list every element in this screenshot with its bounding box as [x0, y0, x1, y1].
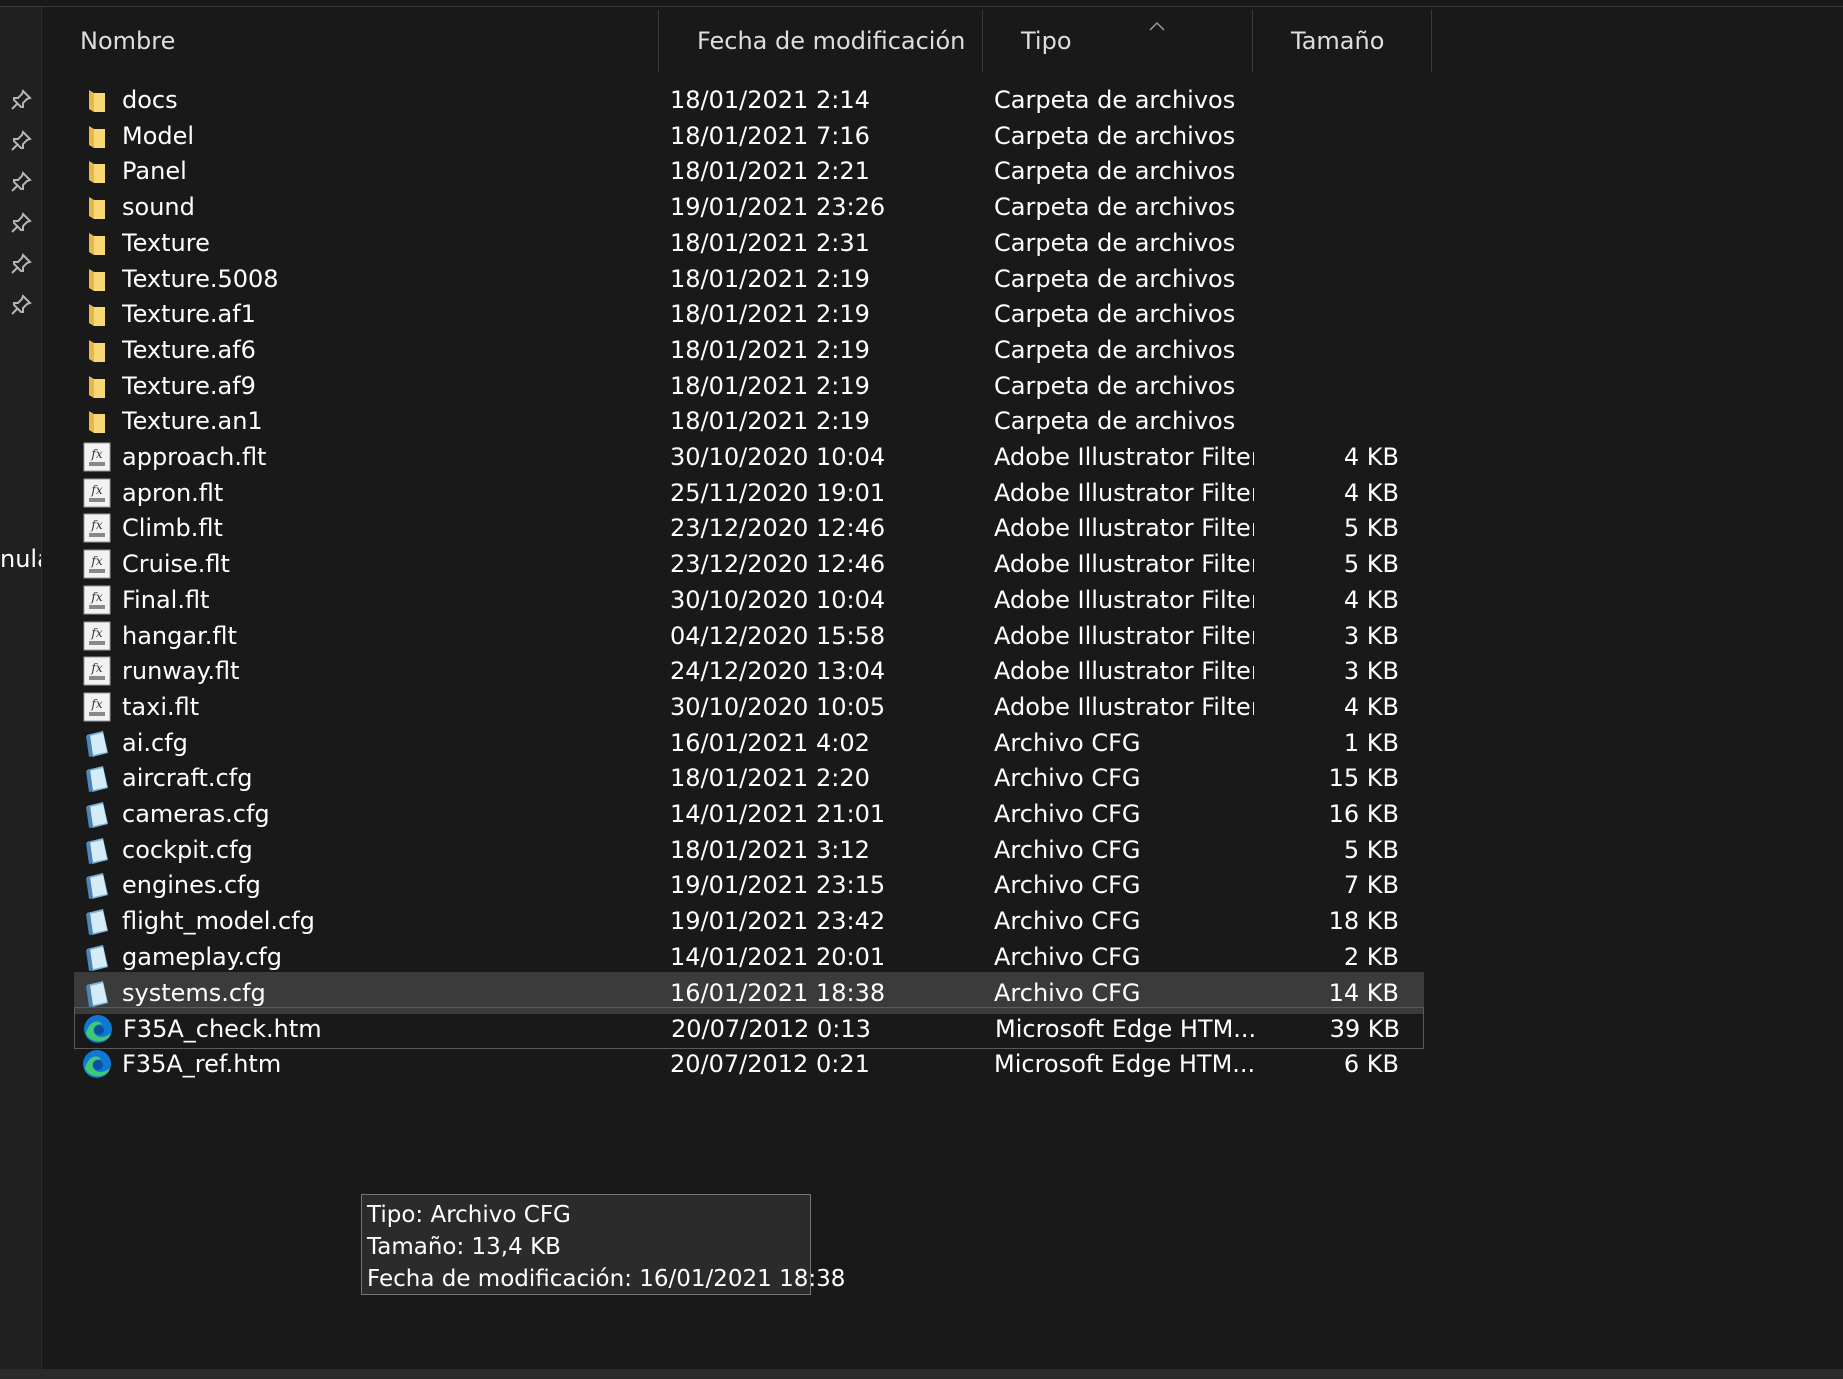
file-name: F35A_ref.htm — [122, 1049, 282, 1078]
folder-icon — [81, 334, 113, 366]
file-type: Microsoft Edge HTM... — [994, 1049, 1254, 1078]
file-size: 6 KB — [1343, 1049, 1399, 1078]
column-header-date[interactable]: Fecha de modificación — [659, 10, 983, 72]
file-date: 20/07/2012 0:21 — [670, 1049, 870, 1078]
column-header-type[interactable]: Tipo — [983, 10, 1253, 72]
sidebar-item-label[interactable]: nula — [0, 545, 41, 573]
svg-text:fx: fx — [90, 483, 102, 497]
edge-icon — [81, 1048, 113, 1080]
tooltip-size: Tamaño: 13,4 KB — [367, 1234, 561, 1260]
cfg-file-icon — [81, 762, 113, 794]
cfg-file-icon — [81, 977, 113, 1009]
cfg-file-icon — [81, 727, 113, 759]
svg-text:fx: fx — [90, 661, 102, 675]
file-tooltip: Tipo: Archivo CFG Tamaño: 13,4 KB Fecha … — [361, 1194, 846, 1295]
tooltip-date: Fecha de modificación: 16/01/2021 18:38 — [367, 1266, 846, 1292]
folder-icon — [81, 227, 113, 259]
top-border — [0, 6, 1843, 7]
cfg-file-icon — [81, 869, 113, 901]
cfg-file-icon — [81, 834, 113, 866]
column-header: Nombre Fecha de modificación Tipo Tamaño — [42, 10, 1432, 72]
pin-icon[interactable] — [9, 211, 33, 235]
svg-text:fx: fx — [90, 518, 102, 532]
svg-text:fx: fx — [90, 554, 102, 568]
filter-file-icon: fx — [81, 548, 113, 580]
filter-file-icon: fx — [81, 655, 113, 687]
column-header-size[interactable]: Tamaño — [1253, 10, 1432, 72]
filter-file-icon: fx — [81, 512, 113, 544]
folder-icon — [81, 298, 113, 330]
pin-icon[interactable] — [9, 129, 33, 153]
folder-icon — [81, 84, 113, 116]
navigation-pane[interactable]: nula — [0, 7, 42, 1369]
filter-file-icon: fx — [81, 691, 113, 723]
filter-file-icon: fx — [81, 584, 113, 616]
folder-icon — [81, 191, 113, 223]
folder-icon — [81, 120, 113, 152]
filter-file-icon: fx — [81, 441, 113, 473]
svg-text:fx: fx — [90, 590, 102, 604]
filter-file-icon: fx — [81, 620, 113, 652]
svg-text:fx: fx — [90, 447, 102, 461]
cfg-file-icon — [81, 798, 113, 830]
pin-icon[interactable] — [9, 88, 33, 112]
tooltip-type: Tipo: Archivo CFG — [367, 1202, 571, 1228]
pin-icon[interactable] — [9, 170, 33, 194]
file-row[interactable]: F35A_ref.htm 20/07/2012 0:21 Microsoft Edg… — [74, 1043, 1424, 1085]
svg-text:fx: fx — [90, 626, 102, 640]
folder-icon — [81, 370, 113, 402]
svg-text:fx: fx — [90, 697, 102, 711]
column-header-name[interactable]: Nombre — [42, 10, 659, 72]
status-bar — [0, 1369, 1843, 1379]
filter-file-icon: fx — [81, 477, 113, 509]
folder-icon — [81, 263, 113, 295]
cfg-file-icon — [81, 941, 113, 973]
pin-icon[interactable] — [9, 293, 33, 317]
edge-icon — [82, 1013, 114, 1045]
cfg-file-icon — [81, 905, 113, 937]
folder-icon — [81, 155, 113, 187]
pin-icon[interactable] — [9, 252, 33, 276]
sort-ascending-icon — [1148, 16, 1166, 31]
folder-icon — [81, 405, 113, 437]
